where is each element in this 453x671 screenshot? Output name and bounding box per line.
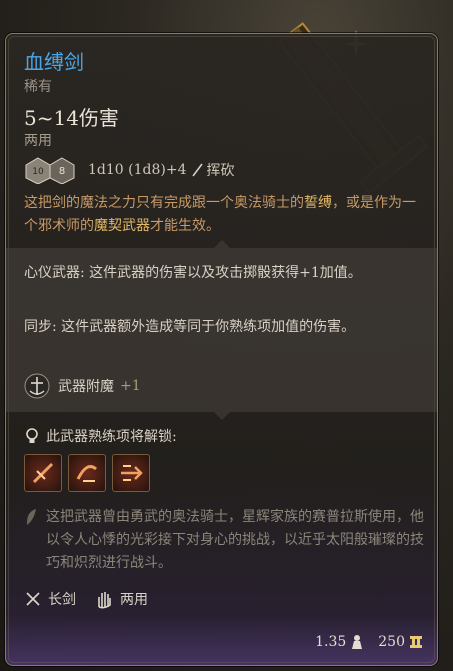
item-description: 这把剑的魔法之力只有完成跟一个奥法骑士的誓缚，或是作为一个邪术师的魔契武器才能生… xyxy=(24,195,416,234)
slashing-icon xyxy=(192,163,204,177)
item-tooltip: 血缚剑 稀有 5~14伤害 两用 10 8 1d10 (1d8)+4 挥砍 这把… xyxy=(5,33,438,666)
handedness: 两用 xyxy=(24,133,52,149)
enchantment-label: 武器附魔 xyxy=(58,379,114,395)
enchantment-value: +1 xyxy=(120,378,141,394)
damage-type: 挥砍 xyxy=(206,163,235,179)
feather-icon xyxy=(26,509,36,525)
damage-range: 5~14伤害 xyxy=(24,106,119,130)
flourish-icon[interactable] xyxy=(112,454,150,492)
cleave-icon[interactable] xyxy=(68,454,106,492)
item-footer: 1.35 250 xyxy=(301,634,423,650)
lore-text: 这把武器曾由勇武的奥法骑士，星辉家族的赛普拉斯使用，他以令人心悸的光彩接下对身心… xyxy=(24,506,424,575)
keyword-pact-weapon[interactable]: 魔契武器 xyxy=(94,218,150,234)
svg-text:10: 10 xyxy=(32,167,44,177)
dice-text: 1d10 (1d8)+4 xyxy=(88,162,187,178)
tag-longsword: 长剑 xyxy=(24,589,76,609)
enchantment-icon xyxy=(24,373,50,399)
piercing-strike-icon[interactable] xyxy=(24,454,62,492)
passives-section: 心仪武器: 这件武器的伤害以及攻击掷骰获得+1加值。 同步: 这件武器额外造成等… xyxy=(6,240,437,420)
item-rarity: 稀有 xyxy=(24,79,52,95)
item-name: 血缚剑 xyxy=(24,50,84,74)
damage-dice-row: 10 8 1d10 (1d8)+4 挥砍 xyxy=(24,155,234,185)
keyword-bond[interactable]: 誓缚 xyxy=(304,195,332,211)
proficiency-unlocks-title: 此武器熟练项将解锁: xyxy=(24,426,177,446)
weapon-enchantment: 武器附魔 +1 xyxy=(24,373,141,399)
passive-favourite-weapon: 心仪武器: 这件武器的伤害以及攻击掷骰获得+1加值。 xyxy=(24,265,362,281)
tag-versatile: 两用 xyxy=(94,589,148,609)
gold-icon xyxy=(410,636,422,648)
item-tags: 长剑 两用 xyxy=(24,589,166,609)
lightbulb-icon xyxy=(26,428,38,443)
hand-icon xyxy=(98,592,111,609)
dice-icon: 10 8 xyxy=(25,157,75,184)
proficiency-abilities xyxy=(24,454,150,492)
svg-text:8: 8 xyxy=(59,166,65,177)
value: 250 xyxy=(378,634,423,650)
weight: 1.35 xyxy=(315,634,364,650)
weight-icon xyxy=(352,635,363,649)
passive-synchronise: 同步: 这件武器额外造成等同于你熟练项加值的伤害。 xyxy=(24,319,356,335)
longsword-icon xyxy=(26,592,40,606)
